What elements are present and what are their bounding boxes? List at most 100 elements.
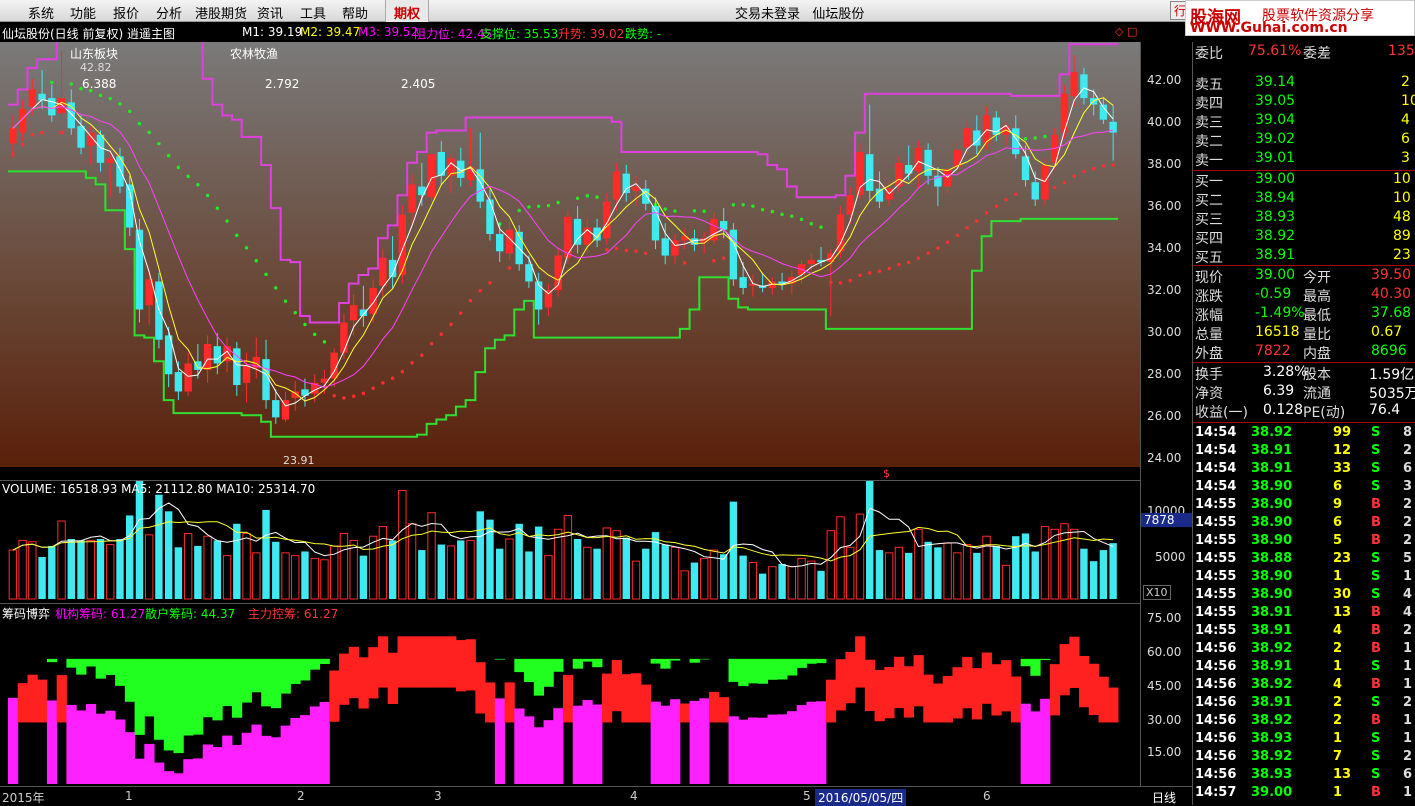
price-chart[interactable]: 山东板块 农林牧渔 6.388 2.792 2.405 42.82 23.91 — [0, 38, 1140, 467]
trade-tick-cell: 4 — [1403, 605, 1413, 620]
volume-bar — [77, 540, 85, 599]
institution-chip-area — [66, 704, 77, 784]
trade-tick-cell: 9 — [1333, 497, 1343, 512]
trade-tick: 14:55 38.91 4 B 2 — [1193, 622, 1415, 640]
trend-dot — [663, 207, 667, 211]
trade-tick-cell: 2 — [1403, 623, 1413, 638]
trade-tick-cell: 38.90 — [1251, 587, 1293, 602]
trend-dot — [838, 281, 843, 285]
institution-chip-area — [572, 705, 583, 784]
main-control-area — [1010, 676, 1022, 723]
volume-bar — [194, 545, 202, 599]
menu-system[interactable]: 系统 — [28, 3, 54, 22]
stat-row-cell: 40.30 — [1371, 286, 1412, 302]
chip-chart[interactable]: 筹码博弈 机构筹码: 61.27 散户筹码: 44.37 主力控筹: 61.27 — [0, 603, 1140, 786]
sector-label: 山东板块 — [70, 47, 119, 61]
trend-dot — [984, 211, 989, 215]
period-selector[interactable]: 日线 — [1152, 789, 1176, 806]
price-tick: 30.00 — [1147, 325, 1182, 339]
fundamental-row-cell: 净资 — [1195, 386, 1223, 402]
stat-row-cell: 量比 — [1303, 327, 1331, 343]
candle-body — [457, 160, 465, 178]
menu-options[interactable]: 期权 — [385, 0, 430, 22]
trade-tick: 14:56 38.93 13 S 6 — [1193, 766, 1415, 784]
volume-bar — [875, 550, 884, 599]
bid-level-cell: 买四 — [1195, 231, 1223, 247]
trade-tick-cell: 14:56 — [1195, 749, 1237, 764]
trade-tick-cell: 39.00 — [1251, 785, 1293, 800]
menu-quote[interactable]: 报价 — [113, 3, 139, 22]
retail-chip-area — [494, 658, 506, 660]
trend-dot — [1111, 163, 1115, 167]
institution-chip-area — [660, 705, 671, 784]
volume-bar — [602, 527, 612, 600]
trend-dot — [50, 80, 54, 85]
trade-tick-cell: B — [1371, 533, 1381, 548]
main-control-area — [631, 673, 642, 723]
main-control-area — [358, 657, 369, 709]
institution-chip-area — [95, 713, 106, 784]
main-control-area — [913, 655, 924, 707]
fundamental-row-cell: 3.28% — [1263, 364, 1308, 380]
trade-tick-cell: 23 — [1333, 551, 1352, 566]
retail-chip-area — [572, 658, 583, 669]
volume-chart[interactable]: VOLUME: 16518.93 MA5: 21112.80 MA10: 253… — [0, 432, 1140, 602]
trend-dot — [69, 82, 73, 86]
downtrend-value: 跌势: - — [625, 27, 662, 41]
institution-chip-area — [582, 700, 593, 784]
trend-dot — [887, 266, 891, 271]
trend-dot — [215, 206, 220, 210]
volume-bar — [855, 513, 865, 600]
retail-chip-area — [816, 658, 827, 664]
trend-dot — [166, 154, 171, 158]
trend-dot — [1062, 180, 1067, 185]
institution-chip-area — [222, 735, 233, 784]
trade-tick-cell: 2 — [1403, 749, 1413, 764]
trade-tick: 14:56 38.92 7 S 2 — [1193, 748, 1415, 766]
institution-chip-area — [241, 732, 252, 784]
date-label: 5 — [803, 789, 811, 803]
ask-level-cell: 卖三 — [1195, 115, 1223, 131]
menu-analysis[interactable]: 分析 — [156, 3, 182, 22]
chip-title: 筹码博弈 — [2, 607, 51, 621]
app-name: 仙坛股份 — [812, 7, 865, 22]
volume-bar — [719, 554, 728, 599]
event-flag-icon[interactable]: $ — [883, 467, 890, 480]
trend-dot — [303, 322, 307, 327]
candle-body — [895, 162, 903, 187]
institution-chip-area — [144, 743, 155, 784]
menu-tools[interactable]: 工具 — [300, 3, 326, 22]
trade-tick-cell: B — [1371, 623, 1381, 638]
quote-panel: 委比 75.61% 委差 135 卖五 39.14 2 卖四 39.05 10 卖三 39.04 4 卖二… — [1192, 42, 1415, 805]
volume-bar — [729, 501, 738, 599]
ask-level-cell: 2 — [1401, 74, 1410, 90]
main-control-area — [504, 682, 515, 723]
retail-chip-area — [76, 658, 87, 675]
volume-bar — [116, 539, 124, 599]
menu-help[interactable]: 帮助 — [342, 3, 368, 22]
menu-hk-futures[interactable]: 港股期货 — [195, 3, 247, 22]
volume-bar — [1109, 543, 1117, 599]
volume-bars — [8, 432, 1117, 600]
candle-body — [486, 199, 494, 235]
trend-dot — [429, 342, 434, 346]
menu-function[interactable]: 功能 — [70, 3, 96, 22]
main-control-area — [903, 666, 915, 718]
institution-chip-area — [767, 714, 778, 784]
volume-bar — [583, 546, 592, 600]
retail-chip-area — [748, 658, 759, 684]
menu-news[interactable]: 资讯 — [257, 3, 283, 22]
order-ratio-row-cell: 135 — [1388, 43, 1415, 59]
candle-body — [272, 400, 280, 418]
chart-close-icon[interactable]: ◇ □ — [1115, 25, 1137, 38]
trade-tick-cell: S — [1371, 551, 1381, 566]
fundamental-row-cell: 6.39 — [1263, 383, 1295, 399]
trend-dot — [128, 109, 132, 114]
institution-chip-area — [592, 704, 603, 784]
institution-chip-area — [553, 708, 564, 784]
candle-body — [77, 126, 85, 148]
main-control-area — [475, 662, 486, 714]
main-control-area — [845, 651, 856, 704]
trade-tick: 14:55 38.90 30 S 4 — [1193, 586, 1415, 604]
ma1-value: M1: 39.19 — [242, 25, 303, 39]
